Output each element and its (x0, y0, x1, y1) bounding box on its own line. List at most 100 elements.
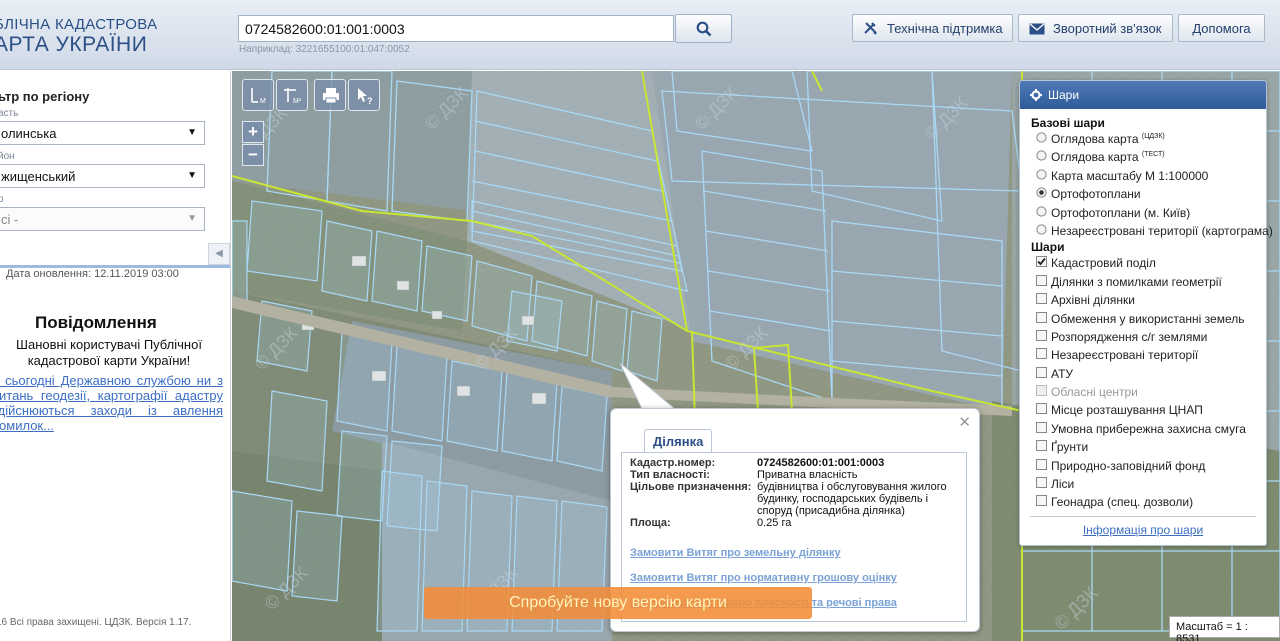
site-logo[interactable]: БЛІЧНА КАДАСТРОВА АРТА УКРАЇНИ (0, 17, 157, 55)
council-label: о (0, 194, 4, 205)
radio-button[interactable] (1036, 132, 1047, 143)
zoom-out-button[interactable]: − (242, 144, 264, 166)
svg-text:?: ? (367, 96, 373, 106)
overlay-layers-list: Кадастровий поділ Ділянки з помилками гео… (1020, 254, 1266, 511)
radio-button[interactable] (1036, 205, 1047, 217)
radio-button[interactable] (1036, 169, 1047, 180)
overlay-layer-option[interactable]: Місце розташування ЦНАП (1020, 401, 1266, 419)
base-layer-label: Карта масштабу М 1:100000 (1051, 168, 1209, 183)
layers-header[interactable]: Шари (1020, 81, 1266, 109)
overlay-layer-option[interactable]: Розпорядження с/г землями (1020, 328, 1266, 346)
checkbox[interactable] (1036, 421, 1047, 433)
search-icon (696, 21, 712, 37)
help-button[interactable]: Допомога (1178, 14, 1265, 42)
base-layer-option[interactable]: Оглядова карта (ТЕСТ) (1020, 148, 1266, 166)
base-layers-list: Оглядова карта (ЦДЗК) Оглядова карта (ТЕС… (1020, 130, 1273, 240)
region-select[interactable]: олинська ▼ (0, 121, 205, 145)
checkbox[interactable] (1036, 495, 1047, 507)
council-select[interactable]: сі - ▼ (0, 207, 205, 231)
overlay-layer-option[interactable]: Ділянки з помилками геометрії (1020, 273, 1266, 291)
measure-area-button[interactable]: M² (276, 79, 308, 111)
order-valuation-extract-link[interactable]: Замовити Витяг про нормативну грошову оц… (630, 572, 958, 584)
tab-parcel[interactable]: Ділянка (644, 429, 713, 453)
sidebar: ьтр по регіону асть олинська ▼ йон жищен… (0, 71, 231, 641)
support-button[interactable]: Технічна підтримка (852, 14, 1013, 42)
radio-button[interactable] (1036, 224, 1047, 235)
layers-info-link[interactable]: Інформація про шари (1020, 523, 1266, 537)
collapse-sidebar-button[interactable]: ◀ (208, 243, 230, 265)
overlay-layer-option[interactable]: Геонадра (спец. дозволи) (1020, 493, 1266, 511)
parcel-row: Кадастр.номер: 0724582600:01:001:0003 (630, 457, 958, 469)
base-layer-source: (ЦДЗК) (1141, 133, 1165, 140)
region-label: асть (0, 108, 19, 119)
checkbox[interactable] (1036, 477, 1047, 489)
popup-pointer (620, 363, 677, 410)
base-layer-option[interactable]: Карта масштабу М 1:100000 (1020, 167, 1266, 185)
print-button[interactable] (314, 79, 346, 111)
base-layer-label: Оглядова карта (1051, 132, 1139, 146)
overlay-layer-option[interactable]: Незареєстровані території (1020, 346, 1266, 364)
base-layer-option[interactable]: Ортофотоплани (1020, 185, 1266, 203)
layers-title: Шари (1048, 88, 1080, 102)
zoom-in-button[interactable]: + (242, 121, 264, 143)
checkbox[interactable] (1036, 440, 1047, 452)
checkbox[interactable] (1036, 329, 1047, 341)
base-layer-option[interactable]: Оглядова карта (ЦДЗК) (1020, 130, 1266, 148)
pointer-question-icon: ? (358, 88, 373, 106)
map-scale: Масштаб = 1 : 8531 (1169, 616, 1280, 641)
overlay-layer-label: Ділянки з помилками геометрії (1051, 274, 1222, 289)
overlay-layer-option[interactable]: Ґрунти (1020, 438, 1266, 456)
base-layer-option[interactable]: Незареєстровані території (картограма) (1020, 222, 1273, 240)
overlay-layer-option[interactable]: Природно-заповідний фонд (1020, 457, 1266, 475)
checkbox[interactable] (1036, 348, 1047, 360)
ownership-type: Приватна власність (757, 469, 858, 481)
base-layer-option[interactable]: Ортофотоплани (м. Київ) (1020, 204, 1266, 222)
map-canvas[interactable]: © ДЗК © ДЗК © ДЗК © ДЗК © ДЗК © ДЗК © ДЗ… (232, 71, 1280, 641)
checkbox[interactable] (1036, 366, 1047, 378)
search-hint: Наприклад: 3221655100:01:047:0052 (239, 44, 410, 55)
checkbox[interactable] (1036, 311, 1047, 323)
checkbox[interactable] (1036, 256, 1047, 268)
overlay-layer-label: АТУ (1051, 366, 1074, 381)
svg-text:M²: M² (293, 98, 302, 105)
base-layer-label: Ортофотоплани (м. Київ) (1051, 205, 1191, 220)
overlay-layer-label: Геонадра (спец. дозволи) (1051, 495, 1194, 510)
overlay-layer-option[interactable]: АТУ (1020, 365, 1266, 383)
overlay-layer-option[interactable]: Умовна прибережна захисна смуга (1020, 420, 1266, 438)
search-button[interactable] (675, 14, 732, 43)
overlay-layer-option[interactable]: Ліси (1020, 475, 1266, 493)
checkbox[interactable] (1036, 385, 1047, 397)
overlay-layer-option[interactable]: Архівні ділянки (1020, 291, 1266, 309)
district-select[interactable]: жищенський ▼ (0, 164, 205, 188)
parcel-key: Площа: (630, 517, 671, 529)
close-icon[interactable]: ✕ (958, 413, 971, 431)
order-parcel-extract-link[interactable]: Замовити Витяг про земельну ділянку (630, 547, 958, 559)
area-icon: M² (284, 88, 302, 105)
try-new-version-banner[interactable]: Спробуйте нову версію карти (424, 587, 812, 619)
measure-length-button[interactable]: M (242, 79, 274, 111)
radio-button[interactable] (1036, 150, 1047, 161)
parcel-key: Кадастр.номер: (630, 457, 716, 469)
overlay-layer-label: Місце розташування ЦНАП (1051, 403, 1203, 418)
radio-button[interactable] (1036, 187, 1047, 198)
overlay-layer-label: Ґрунти (1051, 440, 1089, 455)
parcel-key: Цільове призначення: (630, 481, 752, 493)
overlay-layer-label: Обласні центри (1051, 385, 1138, 400)
checkbox[interactable] (1036, 403, 1047, 415)
layers-divider (1030, 515, 1256, 517)
identify-button[interactable]: ? (348, 79, 380, 111)
svg-text:M: M (260, 98, 266, 105)
district-value: жищенський (1, 169, 76, 184)
overlay-layer-label: Розпорядження с/г землями (1051, 329, 1208, 344)
news-link[interactable]: а сьогодні Державною службою ни з питань… (0, 373, 223, 433)
overlay-layer-option[interactable]: Кадастровий поділ (1020, 254, 1266, 272)
overlay-layer-option[interactable]: Обмеження у використанні земель (1020, 310, 1266, 328)
checkbox[interactable] (1036, 458, 1047, 470)
overlay-layer-label: Умовна прибережна захисна смуга (1051, 421, 1246, 436)
checkbox[interactable] (1036, 274, 1047, 286)
checkbox[interactable] (1036, 293, 1047, 305)
feedback-button[interactable]: Зворотний зв'язок (1018, 14, 1173, 42)
cadastral-search-input[interactable] (238, 15, 674, 42)
parcel-row: Площа: 0.25 га (630, 517, 958, 529)
overlay-layer-option[interactable]: Обласні центри (1020, 383, 1266, 401)
